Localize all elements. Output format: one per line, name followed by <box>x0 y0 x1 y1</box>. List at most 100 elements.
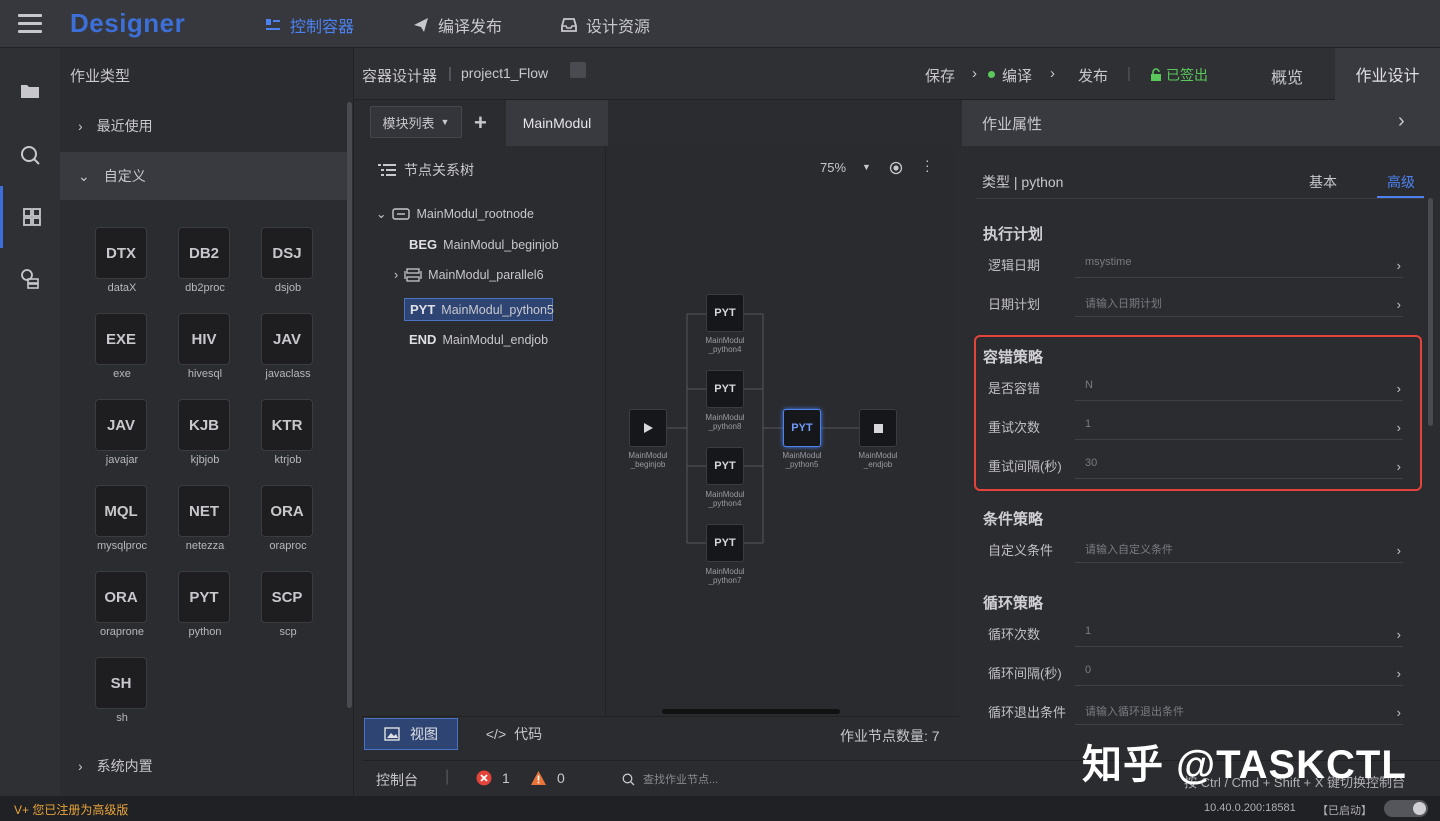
tree-node-name: MainModul_endjob <box>442 332 549 347</box>
inbox-icon <box>561 18 577 32</box>
tile-code: JAV <box>95 399 147 451</box>
job-type-tile[interactable]: SH sh <box>95 657 149 724</box>
tile-name: javaclass <box>265 368 311 380</box>
canvas-scrollbar[interactable] <box>662 709 840 714</box>
section-loop: 循环策略 <box>983 595 1044 612</box>
resources-icon[interactable] <box>0 248 60 310</box>
flow-node-python8[interactable]: PYT <box>706 370 744 408</box>
job-type-tile[interactable]: PYT python <box>178 571 232 638</box>
job-type-tile[interactable]: NET netezza <box>178 485 232 552</box>
parallel-node-icon <box>404 268 422 282</box>
tile-code: MQL <box>95 485 147 537</box>
job-type-tile[interactable]: KTR ktrjob <box>261 399 315 466</box>
save-button[interactable]: 保存 <box>925 65 955 86</box>
signed-out-badge[interactable]: 已签出 <box>1150 65 1208 85</box>
palette-scrollbar[interactable] <box>347 102 352 708</box>
chevron-down-icon: ⌄ <box>376 207 387 221</box>
group-system[interactable]: › 系统内置 <box>60 742 348 790</box>
job-type-tile[interactable]: DSJ dsjob <box>261 227 315 294</box>
hamburger-menu-icon[interactable] <box>18 14 42 34</box>
tab-mainmodul[interactable]: MainModul <box>506 100 608 146</box>
job-type-tile[interactable]: MQL mysqlproc <box>95 485 149 552</box>
properties-scrollbar[interactable] <box>1428 198 1433 426</box>
node-search[interactable]: 查找作业节点... <box>622 771 718 787</box>
tile-code: DSJ <box>261 227 313 279</box>
nav-compile-publish[interactable]: 编译发布 <box>412 13 502 37</box>
warning-count[interactable]: 0 <box>530 770 565 786</box>
job-type-tile[interactable]: ORA oraproc <box>261 485 315 552</box>
flow-node-beginjob[interactable] <box>629 409 667 447</box>
node-count-value: 7 <box>931 728 940 744</box>
tile-name: oraprone <box>99 626 145 638</box>
logic-date-field[interactable]: msystime › <box>1075 252 1403 278</box>
folder-icon[interactable] <box>0 60 60 122</box>
modules-icon[interactable] <box>0 186 60 248</box>
chevron-right-icon[interactable]: › <box>1398 110 1405 133</box>
tile-name: scp <box>279 626 297 638</box>
tab-basic[interactable]: 基本 <box>1309 172 1337 192</box>
job-type-tile[interactable]: ORA oraprone <box>95 571 149 638</box>
server-toggle[interactable] <box>1384 800 1428 817</box>
flow-node-python4-a[interactable]: PYT <box>706 294 744 332</box>
tree-node-rootnode[interactable]: ⌄ MainModul_rootnode <box>376 206 534 222</box>
job-type-tile[interactable]: SCP scp <box>261 571 315 638</box>
error-count[interactable]: 1 <box>476 770 510 786</box>
node-tree-panel <box>362 146 606 716</box>
date-plan-field[interactable]: 请输入日期计划 › <box>1075 291 1403 317</box>
compile-button[interactable]: 编译 <box>1002 65 1032 86</box>
job-type-label: 类型 | python <box>982 174 1064 190</box>
tile-code: DTX <box>95 227 147 279</box>
properties-header[interactable]: 作业属性 <box>962 100 1440 146</box>
group-custom[interactable]: ⌄ 自定义 <box>60 152 348 200</box>
code-button[interactable]: </> 代码 <box>474 718 554 750</box>
job-type-tile[interactable]: DB2 db2proc <box>178 227 232 294</box>
publish-button[interactable]: 发布 <box>1078 65 1108 86</box>
flow-node-endjob[interactable] <box>859 409 897 447</box>
lock-icon <box>1151 68 1161 81</box>
flow-node-python7[interactable]: PYT <box>706 524 744 562</box>
tree-node-parallel6[interactable]: › MainModul_parallel6 <box>394 268 544 282</box>
tree-node-beginjob[interactable]: BEG MainModul_beginjob <box>409 237 559 252</box>
loop-interval-field[interactable]: 0 › <box>1075 660 1403 686</box>
module-list-dropdown[interactable]: 模块列表 ▼ <box>370 106 462 138</box>
chevron-right-icon: › <box>78 758 83 774</box>
nav-control-container[interactable]: 控制容器 <box>264 13 354 37</box>
group-recent[interactable]: › 最近使用 <box>60 102 348 150</box>
view-button[interactable]: 视图 <box>364 718 458 750</box>
container-icon <box>266 19 280 30</box>
loop-exit-field[interactable]: 请输入循环退出条件 › <box>1075 699 1403 725</box>
tile-name: python <box>188 626 222 638</box>
tab-job-design[interactable]: 作业设计 <box>1335 48 1440 100</box>
section-condition: 条件策略 <box>983 511 1044 528</box>
tab-overview[interactable]: 概览 <box>1271 64 1303 88</box>
group-label: 系统内置 <box>96 758 153 774</box>
job-type-tile[interactable]: JAV javaclass <box>261 313 315 380</box>
console-label[interactable]: 控制台 <box>376 770 418 790</box>
job-type-tile[interactable]: EXE exe <box>95 313 149 380</box>
project-swatch[interactable] <box>570 62 586 78</box>
nav-design-resources[interactable]: 设计资源 <box>560 13 650 37</box>
job-type-tile[interactable]: JAV javajar <box>95 399 149 466</box>
flow-node-python5[interactable]: PYT <box>783 409 821 447</box>
server-address: 10.40.0.200:18581 <box>1204 802 1296 814</box>
job-type-tile[interactable]: HIV hivesql <box>178 313 232 380</box>
designer-title: 容器设计器 <box>362 68 438 85</box>
add-module-icon[interactable]: + <box>474 110 487 136</box>
tile-code: HIV <box>178 313 230 365</box>
tree-node-python5[interactable]: PYT MainModul_python5 <box>410 302 554 317</box>
chevron-right-icon: › <box>1396 666 1401 681</box>
flow-node-python4-b[interactable]: PYT <box>706 447 744 485</box>
tree-node-endjob[interactable]: END MainModul_endjob <box>409 332 548 347</box>
job-type-tile[interactable]: DTX dataX <box>95 227 149 294</box>
search-icon[interactable] <box>0 124 60 186</box>
node-count-label: 作业节点数量: <box>840 728 928 744</box>
flow-node-label: MainModul _endjob <box>858 451 898 469</box>
tile-code: PYT <box>178 571 230 623</box>
custom-cond-field[interactable]: 请输入自定义条件 › <box>1075 537 1403 563</box>
tile-code: KJB <box>178 399 230 451</box>
job-type-tile[interactable]: KJB kjbjob <box>178 399 232 466</box>
loop-count-field[interactable]: 1 › <box>1075 621 1403 647</box>
section-exec-plan: 执行计划 <box>983 226 1044 243</box>
tile-name: javajar <box>105 454 139 466</box>
tab-advanced[interactable]: 高级 <box>1387 172 1415 192</box>
